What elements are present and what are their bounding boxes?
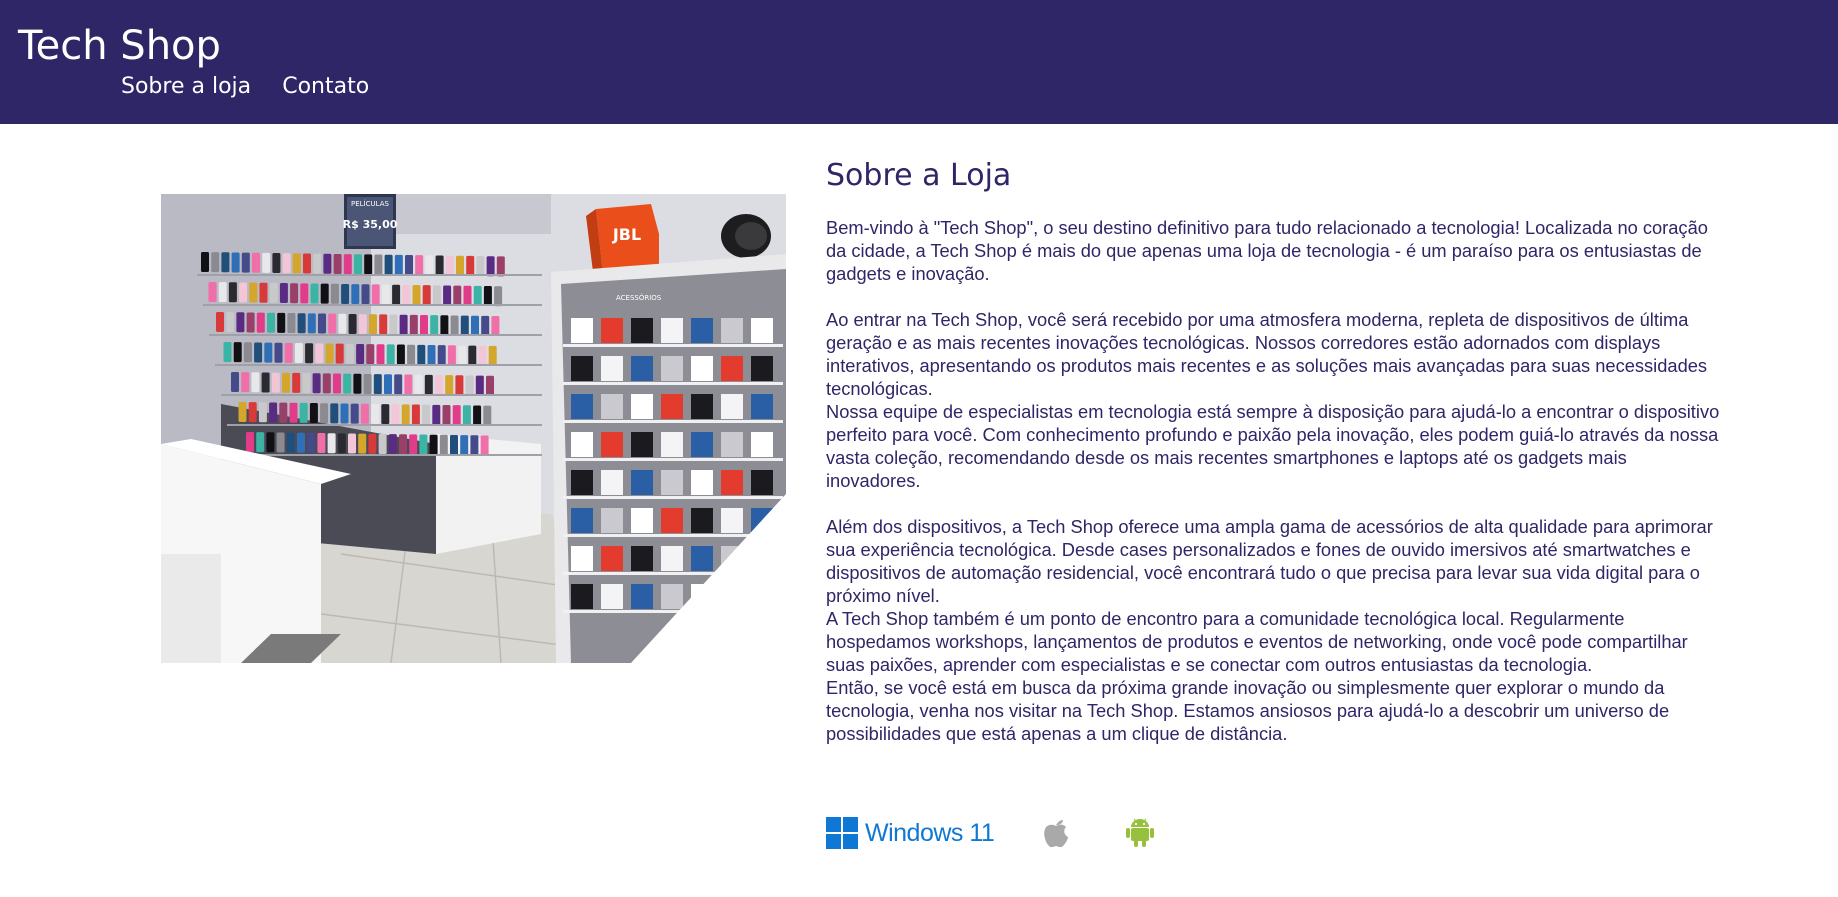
paragraph-atmosphere: Ao entrar na Tech Shop, você será recebi… [826,309,1708,399]
jbl-box: JBL [586,204,659,274]
paragraph-accessories: Além dos dispositivos, a Tech Shop ofere… [826,516,1713,606]
main-nav: Sobre a loja Contato [121,74,395,99]
apple-logo-icon [1041,816,1071,850]
platform-icons: Windows 11 [826,816,1226,850]
windows-logo-icon [826,817,858,849]
windows-label: Windows 11 [865,819,995,847]
paragraph-closing: Então, se você está em busca da próxima … [826,677,1670,744]
paragraph-welcome: Bem-vindo à "Tech Shop", o seu destino d… [826,217,1708,284]
svg-text:ACESSÓRIOS: ACESSÓRIOS [616,293,662,302]
site-header: Tech Shop Sobre a loja Contato [0,0,1838,124]
accessory-cabinet: ACESSÓRIOS [551,254,786,663]
paragraph-team: Nossa equipe de especialistas em tecnolo… [826,401,1720,491]
about-section: Sobre a Loja Bem-vindo à "Tech Shop", o … [826,150,1726,745]
android-logo-icon [1125,816,1155,850]
section-title: Sobre a Loja [826,158,1012,193]
paragraph-community: A Tech Shop também é um ponto de encontr… [826,608,1688,675]
svg-text:PELÍCULAS: PELÍCULAS [351,199,389,208]
brand-title[interactable]: Tech Shop [18,20,221,72]
svg-text:R$ 35,00: R$ 35,00 [343,218,398,231]
nav-link-sobre[interactable]: Sobre a loja [121,74,251,99]
nav-link-contato[interactable]: Contato [282,74,369,99]
store-photo: PELÍCULAS R$ 35,00 JBL ACESSÓRIOS [161,194,786,663]
windows-11-badge: Windows 11 [826,816,1006,850]
about-text: Bem-vindo à "Tech Shop", o seu destino d… [826,216,1726,745]
svg-text:JBL: JBL [612,225,641,244]
price-sign: PELÍCULAS R$ 35,00 [343,194,398,249]
